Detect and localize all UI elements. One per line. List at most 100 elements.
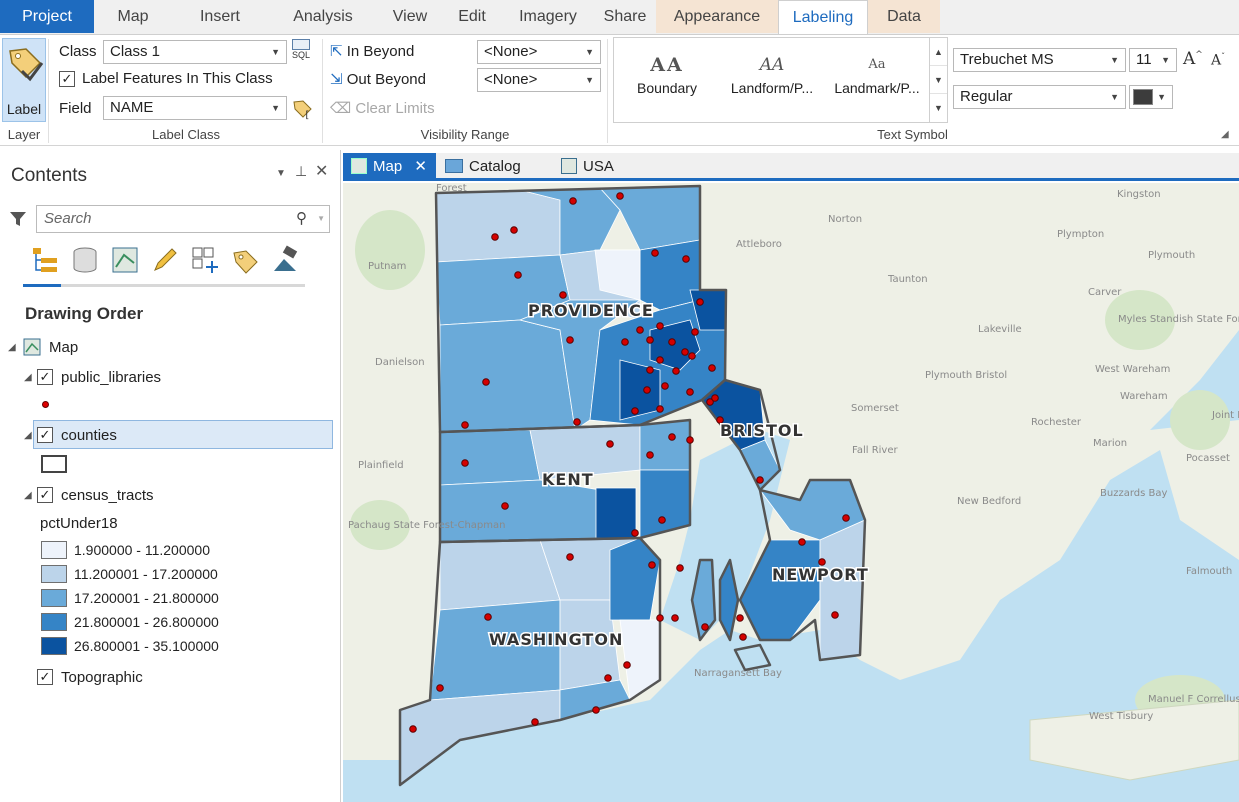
census-tract[interactable] [439, 429, 541, 486]
library-point[interactable] [636, 326, 644, 334]
label-toggle-button[interactable]: Label [2, 38, 46, 122]
library-point[interactable] [691, 328, 699, 336]
library-point[interactable] [682, 255, 690, 263]
library-point[interactable] [643, 386, 651, 394]
library-point[interactable] [686, 436, 694, 444]
library-point[interactable] [656, 614, 664, 622]
list-by-selection-icon[interactable] [110, 245, 140, 275]
symbol-boundary[interactable]: AA Boundary [617, 42, 717, 96]
view-tab-usa[interactable]: USA [561, 153, 641, 181]
library-point[interactable] [514, 271, 522, 279]
library-point[interactable] [681, 348, 689, 356]
library-point[interactable] [656, 356, 664, 364]
tab-analysis[interactable]: Analysis [268, 0, 378, 33]
library-point[interactable] [482, 378, 490, 386]
list-by-snapping-icon[interactable] [190, 245, 220, 275]
library-point[interactable] [606, 440, 614, 448]
census-tract[interactable] [435, 189, 561, 263]
library-point[interactable] [409, 725, 417, 733]
library-point[interactable] [566, 553, 574, 561]
library-point[interactable] [646, 451, 654, 459]
increase-font-size-button[interactable]: A^ [1183, 49, 1203, 69]
library-point[interactable] [668, 338, 676, 346]
library-point[interactable] [531, 718, 539, 726]
gallery-expand-icon[interactable]: ▼ [930, 94, 947, 122]
layer-visibility-checkbox[interactable]: ✓ [37, 427, 53, 443]
library-point[interactable] [623, 661, 631, 669]
search-icon[interactable]: ⚲ [296, 206, 307, 232]
library-point[interactable] [676, 564, 684, 572]
tree-map-item[interactable]: Map [49, 339, 78, 356]
in-beyond-button[interactable]: ⇱ In Beyond [330, 42, 414, 60]
library-point[interactable] [484, 613, 492, 621]
filter-icon[interactable] [9, 210, 27, 228]
list-by-perspective-imagery-icon[interactable] [270, 245, 300, 275]
label-features-checkbox[interactable]: ✓ [59, 71, 75, 87]
expression-button[interactable]: [ ] [291, 96, 322, 121]
font-style-dropdown[interactable]: Regular ▼ [953, 85, 1126, 109]
decrease-font-size-button[interactable]: Aˇ [1211, 52, 1225, 69]
out-beyond-button[interactable]: ⇲ Out Beyond [330, 70, 426, 88]
library-point[interactable] [708, 364, 716, 372]
library-point[interactable] [646, 366, 654, 374]
library-point[interactable] [436, 684, 444, 692]
layer-visibility-checkbox[interactable]: ✓ [37, 369, 53, 385]
library-point[interactable] [798, 538, 806, 546]
layer-visibility-checkbox[interactable]: ✓ [37, 487, 53, 503]
library-point[interactable] [671, 614, 679, 622]
library-point[interactable] [739, 633, 747, 641]
pin-icon[interactable]: ⊥ [295, 163, 307, 180]
library-point[interactable] [573, 418, 581, 426]
library-point[interactable] [592, 706, 600, 714]
census-tract[interactable] [639, 239, 701, 311]
census-tract[interactable] [619, 359, 661, 421]
font-color-dropdown[interactable]: ▼ [1129, 85, 1173, 109]
library-point[interactable] [651, 249, 659, 257]
legend-swatch[interactable] [41, 565, 67, 583]
library-point[interactable] [672, 367, 680, 375]
clear-limits-button[interactable]: ⌫ Clear Limits [330, 99, 435, 117]
tab-insert[interactable]: Insert [172, 0, 268, 33]
tab-imagery[interactable]: Imagery [502, 0, 594, 33]
layer-census-tracts[interactable]: census_tracts [61, 487, 154, 504]
symbol-landform[interactable]: AA Landform/P... [722, 42, 822, 96]
library-point[interactable] [646, 336, 654, 344]
symbol-landmark[interactable]: Aa Landmark/P... [827, 42, 927, 96]
tab-share[interactable]: Share [594, 0, 656, 33]
layer-public-libraries[interactable]: public_libraries [61, 369, 161, 386]
legend-swatch[interactable] [41, 637, 67, 655]
collapse-icon[interactable]: ◢ [8, 342, 16, 353]
census-tract[interactable] [819, 519, 866, 661]
library-point[interactable] [631, 529, 639, 537]
view-tab-catalog[interactable]: Catalog [445, 153, 545, 181]
collapse-icon[interactable]: ◢ [24, 490, 32, 501]
library-point[interactable] [461, 459, 469, 467]
search-input[interactable]: Search ⚲ ▼ [36, 205, 330, 233]
tab-view[interactable]: View [378, 0, 442, 33]
pane-menu-icon[interactable]: ▼ [276, 168, 286, 179]
list-by-labeling-icon[interactable] [230, 245, 260, 275]
tab-map[interactable]: Map [94, 0, 172, 33]
view-tab-map[interactable]: Map ✕ [343, 153, 436, 181]
out-beyond-scale-dropdown[interactable]: <None> ▼ [477, 68, 601, 92]
chevron-down-icon[interactable]: ▼ [317, 206, 325, 232]
library-point[interactable] [696, 298, 704, 306]
library-point[interactable] [491, 233, 499, 241]
library-point[interactable] [701, 623, 709, 631]
library-point[interactable] [688, 352, 696, 360]
library-point[interactable] [656, 405, 664, 413]
field-dropdown[interactable]: NAME ▼ [103, 96, 287, 120]
library-point[interactable] [566, 336, 574, 344]
library-point[interactable] [658, 516, 666, 524]
library-point[interactable] [621, 338, 629, 346]
census-tract[interactable] [439, 319, 576, 433]
census-tract[interactable] [639, 419, 691, 471]
library-point[interactable] [842, 514, 850, 522]
census-tract[interactable] [595, 487, 637, 539]
collapse-icon[interactable]: ◢ [24, 372, 32, 383]
layer-visibility-checkbox[interactable]: ✓ [37, 669, 53, 685]
legend-swatch[interactable] [41, 589, 67, 607]
tab-appearance[interactable]: Appearance [656, 0, 778, 33]
library-point[interactable] [648, 561, 656, 569]
map-view[interactable]: Kingston Norton Plympton Attleboro Plymo… [343, 183, 1239, 802]
